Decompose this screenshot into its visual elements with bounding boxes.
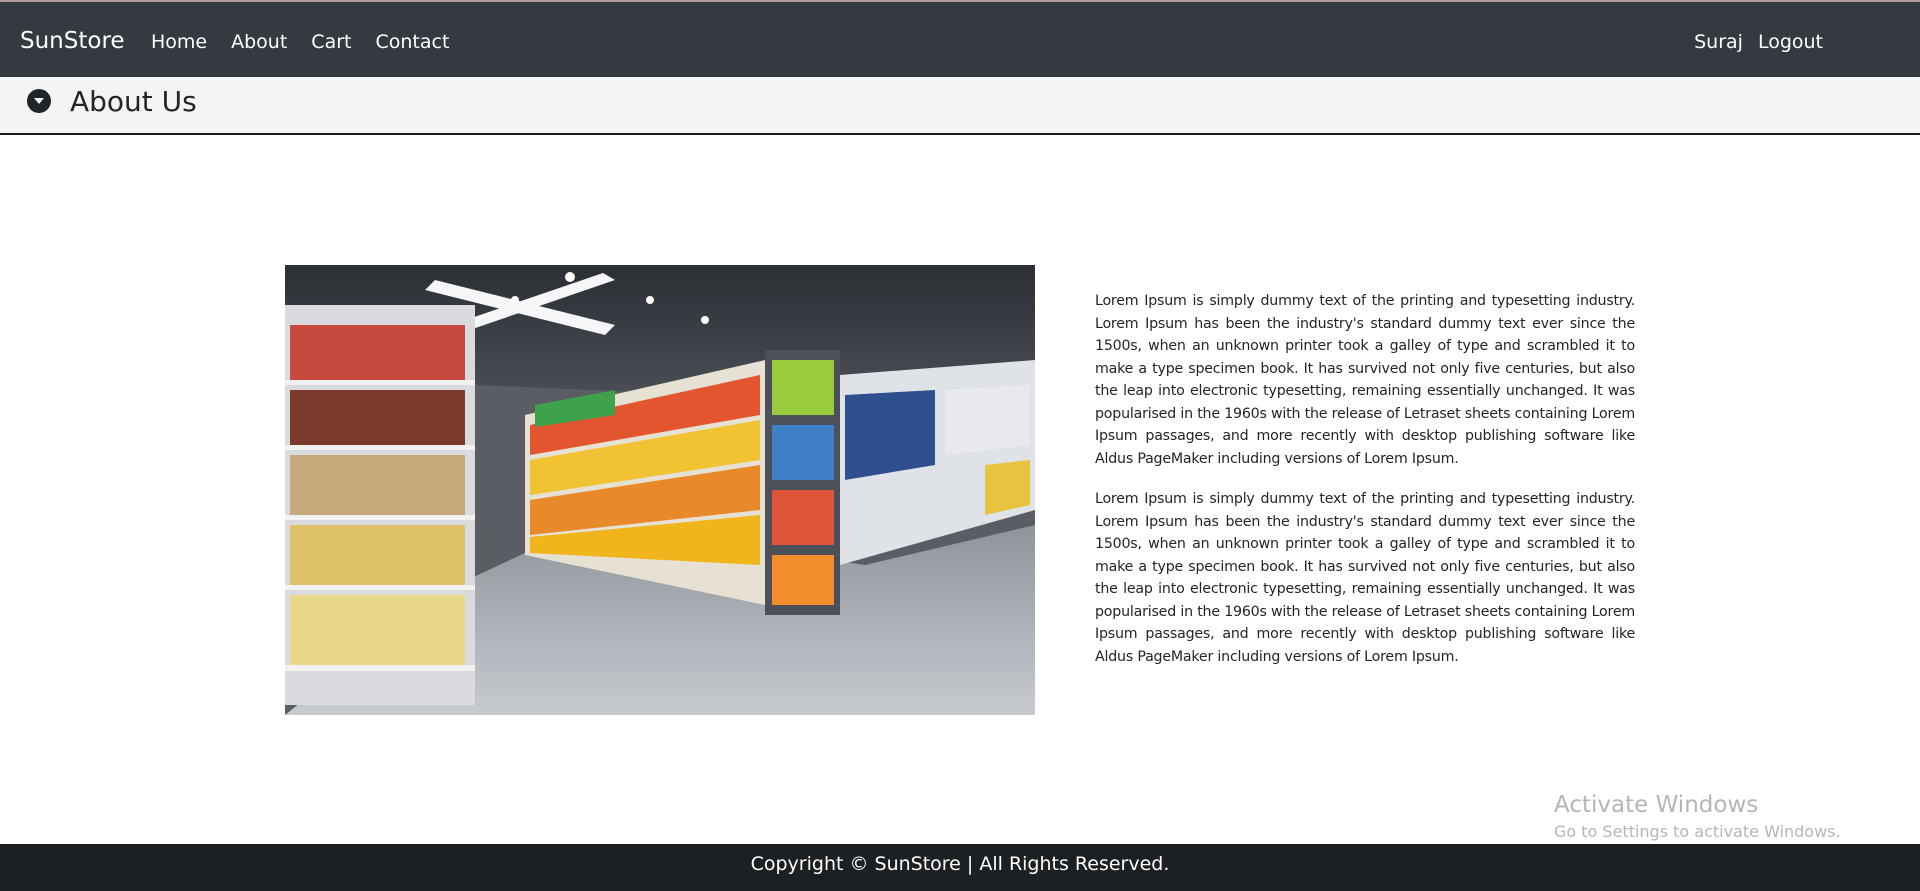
- store-image: [285, 265, 1035, 715]
- nav-link-contact[interactable]: Contact: [375, 29, 449, 55]
- logout-link[interactable]: Logout: [1758, 29, 1823, 55]
- caret-down-circle-icon[interactable]: [27, 89, 51, 113]
- top-navbar: SunStore Home About Cart Contact Suraj L…: [0, 0, 1920, 77]
- footer: Copyright © SunStore | All Rights Reserv…: [0, 844, 1920, 891]
- watermark-subtitle: Go to Settings to activate Windows.: [1554, 822, 1841, 841]
- footer-copyright: Copyright © SunStore | All Rights Reserv…: [750, 852, 1170, 875]
- nav-link-about[interactable]: About: [231, 29, 287, 55]
- about-paragraph-1: Lorem Ipsum is simply dummy text of the …: [1095, 293, 1635, 467]
- nav-link-home[interactable]: Home: [151, 29, 207, 55]
- section-header: About Us: [0, 77, 1920, 135]
- nav-links: Home About Cart Contact: [151, 29, 473, 55]
- activate-windows-watermark: Activate Windows Go to Settings to activ…: [1554, 790, 1841, 844]
- brand-link[interactable]: SunStore: [20, 26, 125, 56]
- about-text: Lorem Ipsum is simply dummy text of the …: [1095, 290, 1635, 686]
- user-menu: Suraj Logout: [1679, 29, 1823, 55]
- watermark-title: Activate Windows: [1554, 792, 1759, 818]
- about-paragraph-2: Lorem Ipsum is simply dummy text of the …: [1095, 491, 1635, 665]
- user-name-link[interactable]: Suraj: [1694, 29, 1743, 55]
- nav-link-cart[interactable]: Cart: [311, 29, 351, 55]
- page-title: About Us: [70, 85, 197, 118]
